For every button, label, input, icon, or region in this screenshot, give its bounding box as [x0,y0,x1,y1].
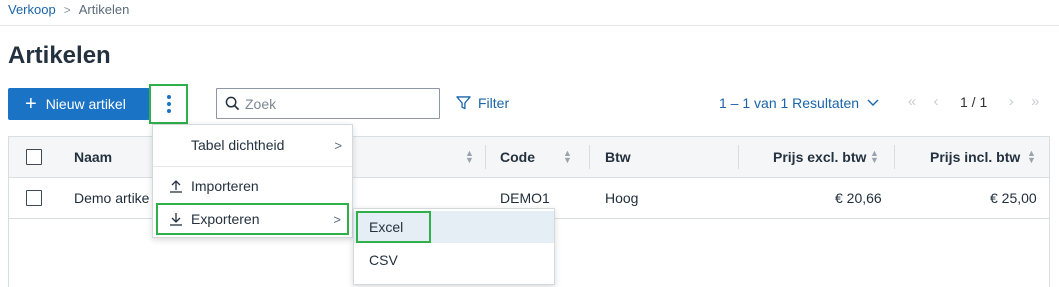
cell-name: Demo artike [74,190,150,206]
row-checkbox-cell [26,178,42,218]
prev-page-icon[interactable]: ‹ [924,93,948,110]
results-label: 1 – 1 van 1 Resultaten [719,95,860,111]
plus-icon: + [25,93,37,115]
filter-button[interactable]: Filter [456,95,509,111]
menu-item-export[interactable]: Exporteren > [156,203,349,235]
results-dropdown[interactable]: 1 – 1 van 1 Resultaten [719,95,879,111]
menu-item-label: Tabel dichtheid [191,137,285,153]
search-field[interactable] [216,88,440,119]
last-page-icon[interactable]: » [1023,93,1047,110]
sort-price-excl-icon[interactable]: ▲ ▼ [864,137,879,177]
header-price-incl[interactable]: Prijs incl. btw [930,137,1020,177]
next-page-icon[interactable]: › [999,93,1023,110]
sort-code-icon[interactable]: ▲ ▼ [557,137,572,177]
column-divider [894,145,895,169]
column-divider [589,145,590,169]
menu-item-import[interactable]: Importeren [153,171,352,201]
first-page-icon[interactable]: « [900,93,924,110]
column-divider [738,145,739,169]
breadcrumb-current: Artikelen [78,2,130,17]
page-title: Artikelen [8,42,111,69]
pagination: « ‹ 1 / 1 › » [900,93,1047,110]
sort-price-incl-icon[interactable]: ▲ ▼ [1021,137,1036,177]
new-article-button[interactable]: + Nieuw artikel [8,88,150,120]
filter-icon [456,96,471,110]
submenu-item-csv[interactable]: CSV [354,244,554,276]
filter-label: Filter [478,95,510,111]
page-indicator: 1 / 1 [960,93,988,110]
header-name[interactable]: Naam [74,137,112,177]
divider [0,25,1059,26]
column-divider [485,145,486,169]
search-icon [225,96,240,111]
highlight-frame [356,211,431,243]
header-price-excl[interactable]: Prijs excl. btw [773,137,866,177]
actions-menu: Tabel dichtheid > Importeren Exporteren … [152,124,353,238]
chevron-right-icon: > [334,137,342,153]
kebab-icon [166,95,171,113]
breadcrumb: Verkoop > Artikelen [8,2,129,17]
menu-item-label: Exporteren [191,211,260,227]
download-icon [170,213,182,226]
breadcrumb-link-verkoop[interactable]: Verkoop [8,2,56,17]
export-submenu: Excel CSV [353,208,555,285]
cell-price-incl: € 25,00 [990,190,1037,206]
more-actions-button[interactable] [149,84,188,124]
search-input[interactable] [245,95,425,112]
header-vat[interactable]: Btw [605,137,631,177]
cell-vat: Hoog [605,190,639,206]
sort-name-icon[interactable]: ▲ ▼ [459,137,474,177]
menu-item-table-density[interactable]: Tabel dichtheid > [153,130,352,160]
upload-icon [170,180,182,193]
new-article-label: Nieuw artikel [45,96,126,112]
chevron-down-icon [867,99,879,106]
cell-price-excl: € 20,66 [835,190,882,206]
row-checkbox[interactable] [26,190,42,206]
header-code[interactable]: Code [500,137,535,177]
menu-item-label: Importeren [191,178,259,194]
header-checkbox-cell [26,137,42,177]
select-all-checkbox[interactable] [26,149,42,165]
breadcrumb-separator: > [63,2,71,17]
chevron-right-icon: > [333,211,341,227]
menu-divider [153,166,352,167]
